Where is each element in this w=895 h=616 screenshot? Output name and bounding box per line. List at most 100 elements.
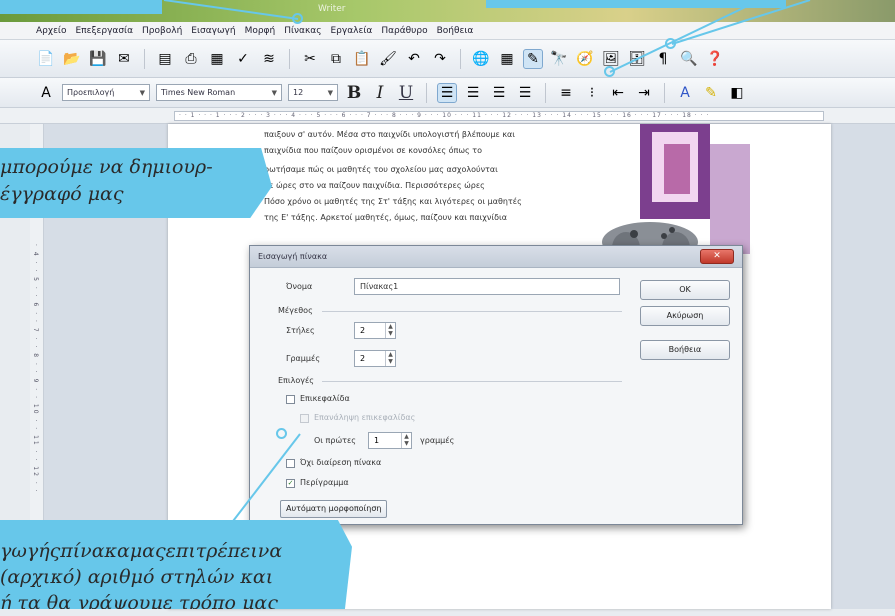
redo-icon[interactable]: ↷ <box>430 49 450 69</box>
document-line: Πόσο χρόνο οι μαθητές της Στ' τάξης και … <box>264 197 522 206</box>
show-draw-functions-icon[interactable]: ✎ <box>523 48 543 69</box>
pointer-marker <box>292 13 303 24</box>
callout-line: μπορούμε να δημιουρ- <box>0 156 213 178</box>
spinner-arrows-icon[interactable]: ▲ ▼ <box>385 351 395 366</box>
spinner-arrows-icon[interactable]: ▲ ▼ <box>401 433 411 448</box>
menu-window[interactable]: Παράθυρο <box>381 26 427 36</box>
border-checkbox[interactable]: ✓ <box>286 479 295 488</box>
chevron-down-icon: ▼ <box>139 88 145 97</box>
font-size-value: 12 <box>293 88 304 97</box>
pointer-marker <box>604 66 615 77</box>
menu-insert[interactable]: Εισαγωγή <box>191 26 235 36</box>
toolbar-separator <box>144 48 145 69</box>
find-replace-icon[interactable]: 🔭 <box>549 49 569 69</box>
spinner-arrows-icon[interactable]: ▲ ▼ <box>385 323 395 338</box>
menu-format[interactable]: Μορφή <box>245 26 276 36</box>
table-name-field[interactable]: Πίνακας1 <box>354 278 620 295</box>
heading-checkbox[interactable] <box>286 395 295 404</box>
menu-view[interactable]: Προβολή <box>142 26 182 36</box>
font-name-select[interactable]: Times New Roman ▼ <box>156 84 282 101</box>
styles-icon[interactable]: A <box>36 83 56 103</box>
help-icon[interactable]: ❓ <box>705 49 725 69</box>
no-split-label: Όχι διαίρεση πίνακα <box>300 458 382 467</box>
repeat-heading-label: Επανάληψη επικεφαλίδας <box>314 413 416 422</box>
insert-table-dialog: Εισαγωγή πίνακα ✕ Όνομα Πίνακας1 Μέγεθος… <box>249 245 743 525</box>
table-icon[interactable]: ▦ <box>497 49 517 69</box>
rows-spinner[interactable]: 2 ▲ ▼ <box>354 350 396 367</box>
print-preview-icon[interactable]: ▦ <box>207 49 227 69</box>
email-icon[interactable]: ✉ <box>114 49 134 69</box>
decrease-indent-icon[interactable]: ⇤ <box>608 83 628 103</box>
vertical-ruler-scale: · 4 · · 5 · · 6 · · 7 · · 8 · · 9 · · 10… <box>32 244 39 494</box>
callout-top-right-bar <box>486 0 786 8</box>
cancel-button[interactable]: Ακύρωση <box>640 306 730 326</box>
align-right-icon[interactable]: ☰ <box>489 83 509 103</box>
zoom-icon[interactable]: 🔍 <box>679 49 699 69</box>
menu-help[interactable]: Βοήθεια <box>437 26 474 36</box>
bullets-icon[interactable]: ⁝ <box>582 83 602 103</box>
italic-button[interactable]: I <box>370 83 390 103</box>
callout-create-document: μπορούμε να δημιουρ- έγγραφό μας <box>0 148 272 218</box>
menu-file[interactable]: Αρχείο <box>36 26 67 36</box>
pointer-marker <box>665 38 676 49</box>
toolbar-separator <box>545 82 546 103</box>
paragraph-style-select[interactable]: Προεπιλογή ▼ <box>62 84 150 101</box>
copy-icon[interactable]: ⧉ <box>326 49 346 69</box>
navigator-icon[interactable]: 🧭 <box>575 49 595 69</box>
open-folder-icon[interactable]: 📂 <box>62 49 82 69</box>
paste-icon[interactable]: 📋 <box>352 49 372 69</box>
data-sources-icon[interactable]: 🗄 <box>627 49 647 69</box>
increase-indent-icon[interactable]: ⇥ <box>634 83 654 103</box>
document-line: ρωτήσαμε πώς οι μαθητές του σχολείου μας… <box>264 165 498 174</box>
callout-line: έγγραφό μας <box>0 183 124 205</box>
document-body[interactable]: παιξουν σ' αυτόν. Μέσα στο παιχνίδι υπολ… <box>264 128 594 227</box>
save-icon[interactable]: 💾 <box>88 49 108 69</box>
font-size-select[interactable]: 12 ▼ <box>288 84 338 101</box>
heading-label: Επικεφαλίδα <box>300 394 350 403</box>
toolbar-separator <box>460 48 461 69</box>
formatting-toolbar: A Προεπιλογή ▼ Times New Roman ▼ 12 ▼ B I U… <box>0 78 895 108</box>
undo-icon[interactable]: ↶ <box>404 49 424 69</box>
document-line: της Ε' τάξης. Αρκετοί μαθητές, όμως, παί… <box>264 213 507 222</box>
dialog-titlebar[interactable]: Εισαγωγή πίνακα ✕ <box>250 246 742 268</box>
formatting-marks-icon[interactable]: ¶ <box>653 49 673 69</box>
font-color-icon[interactable]: A <box>675 83 695 103</box>
toolbar-separator <box>664 82 665 103</box>
new-document-icon[interactable]: 📄 <box>36 49 56 69</box>
format-paintbrush-icon[interactable]: 🖌 <box>378 49 398 69</box>
pointer-marker <box>276 428 287 439</box>
underline-button[interactable]: U <box>396 83 416 103</box>
numbering-icon[interactable]: ≡ <box>556 83 576 103</box>
menu-table[interactable]: Πίνακας <box>284 26 321 36</box>
callout-line: γωγήςπίνακαμαςεπιτρέπεινα <box>0 540 283 562</box>
align-left-icon[interactable]: ☰ <box>437 82 457 103</box>
justify-icon[interactable]: ☰ <box>515 83 535 103</box>
window-title: Writer <box>318 4 346 14</box>
toolbar-separator <box>426 82 427 103</box>
no-split-checkbox[interactable] <box>286 459 295 468</box>
menu-edit[interactable]: Επεξεργασία <box>76 26 134 36</box>
menubar: Αρχείο Επεξεργασία Προβολή Εισαγωγή Μορφ… <box>0 22 895 40</box>
cut-icon[interactable]: ✂ <box>300 49 320 69</box>
align-center-icon[interactable]: ☰ <box>463 83 483 103</box>
autoformat-button[interactable]: Αυτόματη μορφοποίηση <box>280 500 388 518</box>
print-icon[interactable]: ⎙ <box>181 49 201 69</box>
first-rows-spinner[interactable]: 1 ▲ ▼ <box>368 432 412 449</box>
highlight-icon[interactable]: ✎ <box>701 83 721 103</box>
help-button[interactable]: Βοήθεια <box>640 340 730 360</box>
autospell-icon[interactable]: ≋ <box>259 49 279 69</box>
horizontal-ruler[interactable]: · · 1 · · · 1 · · · 2 · · · 3 · · · 4 · … <box>0 108 895 124</box>
ruler-scale: · · 1 · · · 1 · · · 2 · · · 3 · · · 4 · … <box>174 111 824 121</box>
background-color-icon[interactable]: ◧ <box>727 83 747 103</box>
rows-value: 2 <box>360 354 366 363</box>
repeat-heading-checkbox[interactable] <box>300 414 309 423</box>
close-button[interactable]: ✕ <box>700 249 734 264</box>
spellcheck-icon[interactable]: ✓ <box>233 49 253 69</box>
hyperlink-icon[interactable]: 🌐 <box>471 49 491 69</box>
ok-button[interactable]: OK <box>640 280 730 300</box>
export-pdf-icon[interactable]: ▤ <box>155 49 175 69</box>
columns-spinner[interactable]: 2 ▲ ▼ <box>354 322 396 339</box>
bold-button[interactable]: B <box>344 83 364 103</box>
callout-insert-table-info: γωγήςπίνακαμαςεπιτρέπεινα (αρχικό) αριθμ… <box>0 520 352 609</box>
menu-tools[interactable]: Εργαλεία <box>331 26 373 36</box>
